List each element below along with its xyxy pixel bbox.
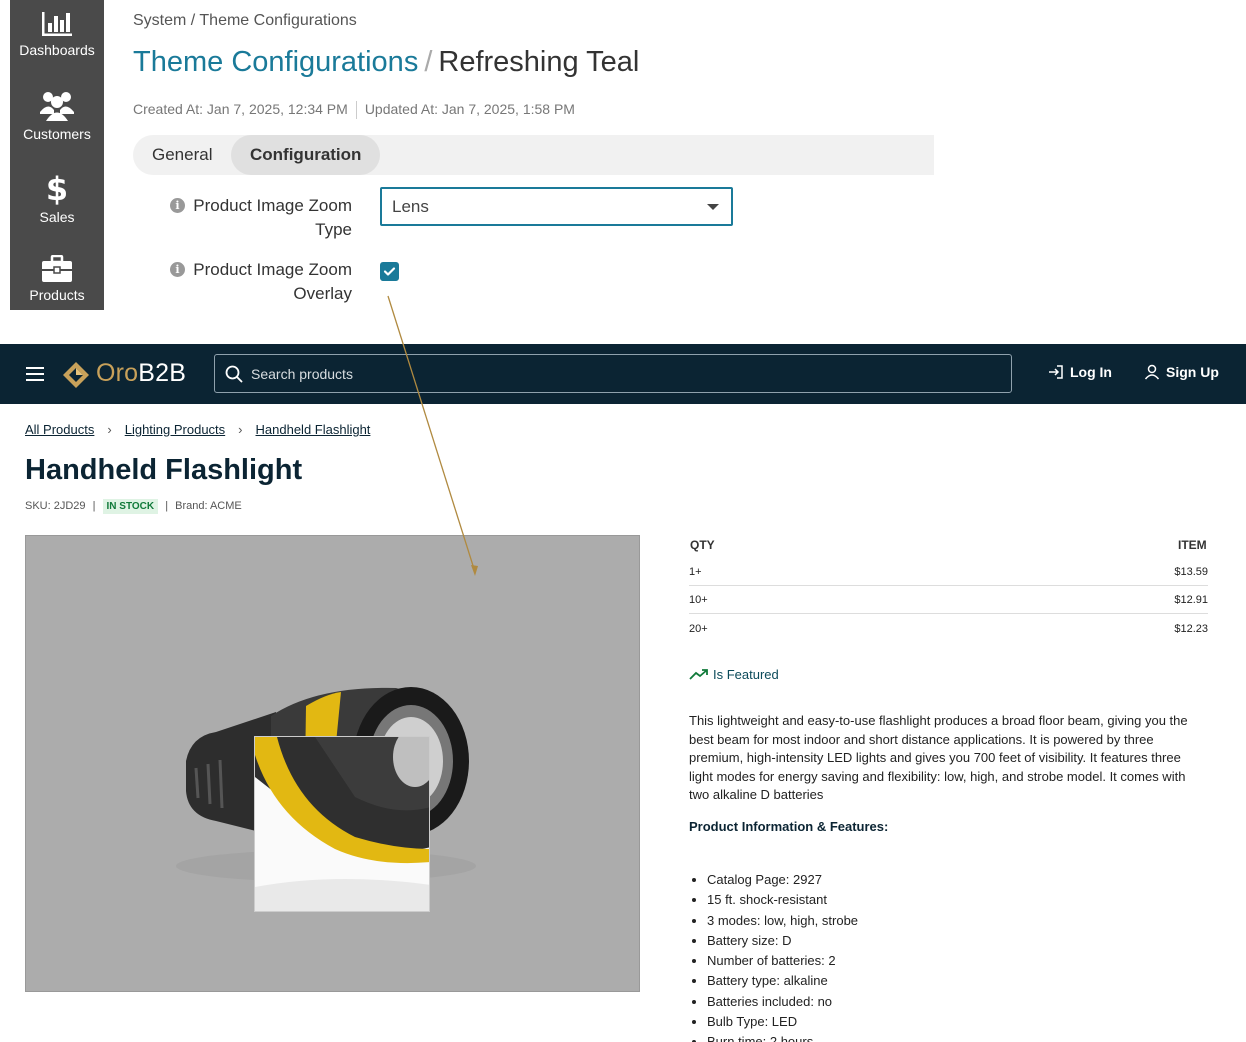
dollar-icon: $ [46,171,68,205]
product-sku: SKU: 2JD29 [25,500,86,512]
login-icon [1049,365,1063,379]
search-box [214,354,1012,393]
chevron-right-icon: › [238,422,243,437]
features-title: Product Information & Features: [689,819,889,834]
sidebar-item-sales[interactable]: $ Sales [10,171,104,225]
price-value: $12.23 [1174,623,1208,635]
list-item: Batteries included: no [707,992,858,1012]
list-item: Catalog Page: 2927 [707,870,858,890]
sidebar-item-label: Customers [23,126,91,142]
bar-chart-icon [42,12,72,36]
sidebar-item-label: Sales [39,209,75,225]
page-title-main[interactable]: Theme Configurations [133,46,418,78]
briefcase-icon [42,255,72,282]
breadcrumb-all-products[interactable]: All Products [25,422,94,437]
list-item: Number of batteries: 2 [707,951,858,971]
product-image-zoom-overlay[interactable] [25,535,640,992]
user-icon [1144,364,1160,380]
product-meta: SKU: 2JD29 | IN STOCK | Brand: ACME [25,499,242,514]
tab-configuration[interactable]: Configuration [231,135,381,175]
sidebar-item-label: Products [29,287,85,303]
features-list: Catalog Page: 2927 15 ft. shock-resistan… [707,870,858,1042]
menu-icon[interactable] [26,367,44,381]
storefront-header: OroB2B Log In Sign Up [0,344,1246,404]
breadcrumb: System / Theme Configurations [133,12,357,29]
sidebar-item-label: Dashboards [19,42,95,58]
chevron-down-icon [707,204,719,210]
price-row: 1+ $13.59 [689,558,1208,586]
zoom-type-select[interactable]: Lens [380,187,733,226]
price-row: 20+ $12.23 [689,615,1208,643]
list-item: 3 modes: low, high, strobe [707,911,858,931]
tab-general[interactable]: General [133,135,231,175]
signup-link[interactable]: Sign Up [1144,364,1219,380]
product-description: This lightweight and easy-to-use flashli… [689,713,1188,802]
price-value: $12.91 [1174,594,1208,606]
zoom-type-value: Lens [392,197,429,216]
logo-icon [63,362,89,388]
sidebar-item-dashboards[interactable]: Dashboards [10,10,104,58]
created-at: Created At: Jan 7, 2025, 12:34 PM [133,101,348,117]
zoom-type-label: Product Image Zoom Type [193,196,352,239]
list-item: Battery type: alkaline [707,971,858,991]
price-qty: 20+ [689,623,708,635]
meta-divider [355,101,357,120]
product-breadcrumb: All Products › Lighting Products › Handheld … [25,422,370,437]
product-title: Handheld Flashlight [25,454,303,486]
check-icon [383,267,396,276]
tab-bar: General Configuration [133,135,934,175]
zoom-overlay-checkbox[interactable] [380,262,399,281]
page-title-separator: / [424,46,433,78]
list-item: Battery size: D [707,931,858,951]
price-qty: 10+ [689,594,708,606]
search-icon[interactable] [225,365,243,383]
login-label: Log In [1070,364,1112,380]
svg-text:$: $ [46,171,68,205]
breadcrumb-lighting-products[interactable]: Lighting Products [125,422,225,437]
price-qty: 1+ [689,566,702,578]
zoom-overlay-label: Product Image Zoom Overlay [193,260,352,303]
logo-oro: Oro [96,359,139,387]
featured-text: Is Featured [713,667,779,682]
updated-at: Updated At: Jan 7, 2025, 1:58 PM [364,101,575,117]
admin-sidebar: Dashboards Customers $ Sales Products [10,0,104,310]
signup-label: Sign Up [1166,364,1219,380]
item-column-header: ITEM [1178,538,1207,552]
list-item: 15 ft. shock-resistant [707,890,858,910]
stock-badge: IN STOCK [102,499,159,514]
trending-up-icon [689,669,708,680]
search-input[interactable] [251,355,991,392]
page-title-sub: Refreshing Teal [438,46,640,78]
zoom-lens [254,736,430,912]
price-value: $13.59 [1174,566,1208,578]
qty-column-header: QTY [690,538,715,552]
users-icon [40,92,74,121]
product-brand: Brand: ACME [175,500,242,512]
price-row: 10+ $12.91 [689,586,1208,614]
list-item: Burn time: 2 hours [707,1032,858,1042]
logo-text[interactable]: OroB2B [96,359,186,388]
breadcrumb-current[interactable]: Handheld Flashlight [256,422,371,437]
logo-b2b: B2B [138,359,187,387]
featured-label: Is Featured [689,667,779,682]
sidebar-item-customers[interactable]: Customers [10,90,104,142]
sidebar-item-products[interactable]: Products [10,255,104,303]
page-title: Theme Configurations / Refreshing Teal [133,46,639,79]
record-meta: Created At: Jan 7, 2025, 12:34 PM Updated… [133,101,575,120]
login-link[interactable]: Log In [1048,364,1112,380]
zoomed-flashlight-image [255,737,429,911]
chevron-right-icon: › [107,422,112,437]
list-item: Bulb Type: LED [707,1012,858,1032]
